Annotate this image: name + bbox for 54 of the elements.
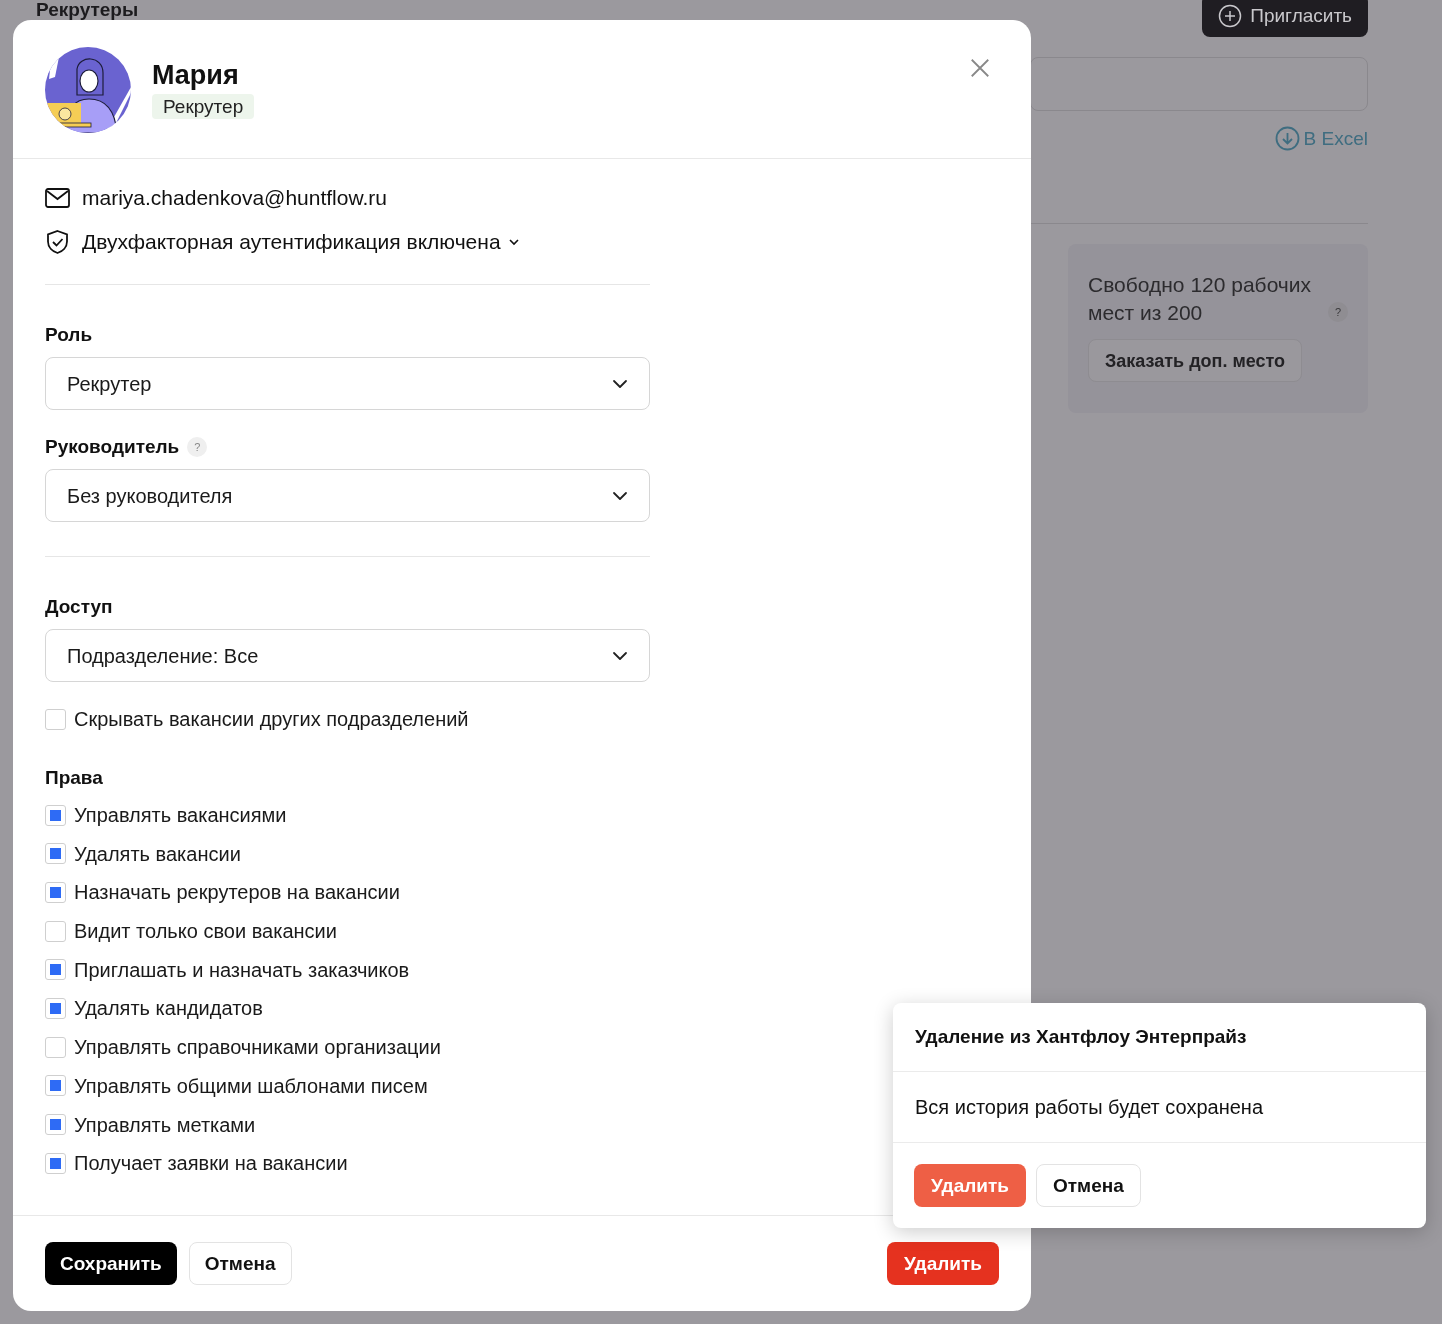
page-title: Рекрутеры — [36, 0, 139, 19]
checkbox[interactable] — [45, 1036, 66, 1058]
invite-button[interactable]: Пригласить — [1202, 0, 1368, 37]
order-seat-button[interactable]: Заказать доп. место — [1088, 339, 1303, 382]
seats-text: Свободно 120 рабочих мест из 200 — [1088, 272, 1313, 326]
checkbox-label: Управлять метками — [74, 1113, 256, 1136]
checkbox-label: Скрывать вакансии других подразделений — [74, 708, 469, 730]
select-dropdown[interactable]: Подразделение: Все — [45, 629, 650, 682]
cancel-button[interactable]: Отмена — [1036, 1164, 1141, 1207]
section-label: Права — [45, 767, 104, 789]
chevron-down-icon — [508, 238, 519, 246]
checkbox-label: Назначать рекрутеров на вакансии — [74, 881, 400, 904]
field-label: Роль — [45, 324, 94, 346]
select-dropdown[interactable]: Без руководителя — [45, 469, 650, 522]
cancel-button[interactable]: Отмена — [188, 1242, 292, 1285]
checkbox[interactable] — [45, 804, 66, 826]
checkbox[interactable] — [45, 997, 66, 1019]
email-text: mariya.chadenkova@huntflow.ru — [82, 186, 387, 210]
checkbox[interactable] — [45, 881, 66, 903]
plus-circle-icon — [1218, 3, 1243, 28]
checkbox[interactable] — [45, 843, 66, 865]
checkbox[interactable] — [45, 1075, 66, 1097]
checkbox-label: Удалять вакансии — [74, 842, 241, 865]
field-label: Доступ — [45, 596, 114, 618]
field-label: Руководитель — [45, 436, 180, 458]
shield-check-icon — [45, 229, 70, 255]
save-button[interactable]: Сохранить — [45, 1242, 177, 1285]
download-icon — [1274, 126, 1300, 151]
checkbox-label: Удалять кандидатов — [74, 997, 263, 1020]
checkbox-label: Приглашать и назначать заказчиков — [74, 958, 410, 981]
chevron-down-icon — [612, 490, 628, 501]
help-badge[interactable]: ? — [1328, 302, 1348, 322]
checkbox-label: Видит только свои вакансии — [74, 920, 337, 943]
close-icon — [969, 57, 991, 79]
checkbox[interactable] — [45, 920, 66, 942]
checkbox-label: Управлять общими шаблонами писем — [74, 1074, 428, 1097]
checkbox[interactable] — [45, 708, 66, 730]
envelope-icon — [45, 188, 70, 208]
select-dropdown[interactable]: Рекрутер — [45, 357, 650, 410]
close-button[interactable] — [969, 57, 991, 79]
chevron-down-icon — [612, 378, 628, 389]
checkbox[interactable] — [45, 959, 66, 981]
user-name: Мария — [152, 59, 239, 91]
checkbox-label: Управлять справочниками организации — [74, 1036, 441, 1059]
checkbox[interactable] — [45, 1152, 66, 1174]
popover-message: Вся история работы будет сохранена — [915, 1096, 1264, 1118]
checkbox-label: Получает заявки на вакансии — [74, 1152, 348, 1175]
two-factor-toggle[interactable]: Двухфакторная аутентификация включена — [82, 230, 519, 254]
delete-button[interactable]: Удалить — [887, 1242, 999, 1285]
checkbox-label: Управлять вакансиями — [74, 804, 287, 826]
role-badge: Рекрутер — [152, 94, 255, 119]
checkbox[interactable] — [45, 1114, 66, 1135]
popover-title: Удаление из Хантфлоу Энтерпрайз — [915, 1026, 1247, 1048]
chevron-down-icon — [612, 650, 628, 661]
